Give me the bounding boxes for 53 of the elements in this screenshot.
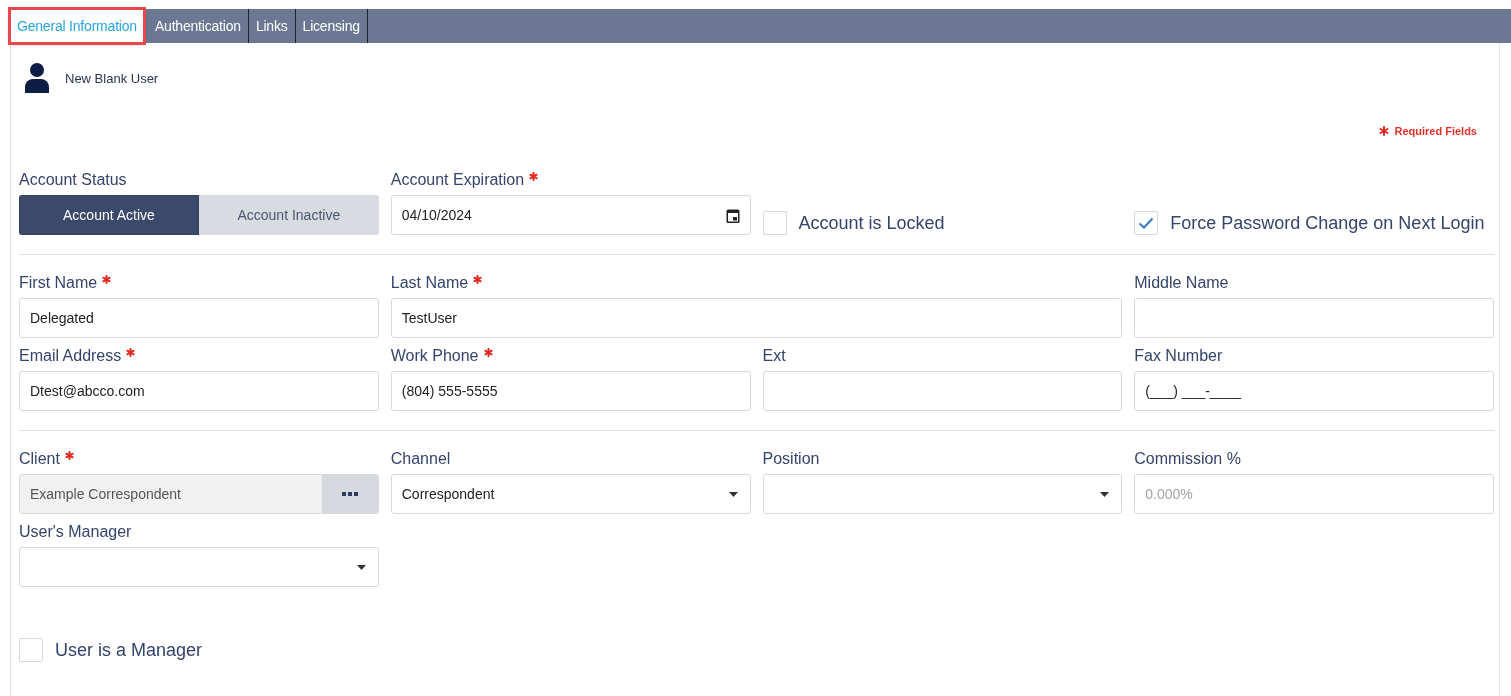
- calendar-icon[interactable]: [725, 207, 740, 223]
- checkbox-label: User is a Manager: [55, 639, 203, 661]
- checkbox[interactable]: [762, 211, 787, 235]
- text-field[interactable]: Delegated: [19, 298, 379, 338]
- dropdown[interactable]: Correspondent: [390, 474, 751, 514]
- segment-button[interactable]: Account Inactive: [198, 195, 379, 235]
- field-label: Position: [762, 450, 820, 468]
- checkmark-icon: [1138, 217, 1155, 229]
- field-label: Commission %: [1134, 450, 1241, 468]
- required-icon: [126, 348, 136, 357]
- caret-icon: [1100, 491, 1110, 497]
- field-label: Ext: [762, 347, 786, 365]
- tab[interactable]: Licensing: [295, 9, 368, 43]
- field-label: Last Name: [390, 274, 483, 292]
- caret-icon: [356, 564, 366, 570]
- field-label: Client: [19, 450, 74, 468]
- required-icon: [64, 451, 74, 460]
- date-field[interactable]: 04/10/2024: [390, 195, 751, 235]
- page-title: New Blank User: [65, 70, 159, 86]
- required-icon: [1379, 126, 1390, 136]
- text-field[interactable]: 0.000%: [1134, 474, 1494, 514]
- field-label: Work Phone: [390, 347, 493, 365]
- tab[interactable]: Authentication: [147, 9, 249, 43]
- required-icon: [483, 348, 493, 357]
- text-field[interactable]: TestUser: [390, 298, 1123, 338]
- text-field[interactable]: Dtest@abcco.com: [19, 371, 379, 411]
- dropdown[interactable]: [19, 547, 379, 587]
- required-note: Required Fields: [1394, 125, 1477, 137]
- field-label: Account Status: [19, 171, 127, 189]
- field-label: Channel: [390, 450, 451, 468]
- dropdown[interactable]: [762, 474, 1123, 514]
- checkbox-label: Account is Locked: [798, 212, 945, 234]
- field-label: User's Manager: [19, 523, 132, 541]
- field-label: Fax Number: [1134, 347, 1223, 365]
- text-field[interactable]: (804) 555-5555: [390, 371, 751, 411]
- field-label: Account Expiration: [390, 171, 539, 189]
- required-icon: [529, 172, 539, 181]
- segment-button[interactable]: Account Active: [19, 195, 199, 235]
- required-icon: [102, 275, 112, 284]
- field-label: First Name: [19, 274, 112, 292]
- tab[interactable]: Links: [248, 9, 296, 43]
- checkbox[interactable]: [19, 638, 43, 662]
- user-icon: [25, 63, 49, 93]
- text-field[interactable]: (___) ___-____: [1134, 371, 1494, 411]
- field-label: Email Address: [19, 347, 136, 365]
- checkbox[interactable]: [1134, 211, 1159, 235]
- text-field[interactable]: [1134, 298, 1494, 338]
- ellipsis-icon: [341, 492, 358, 496]
- checkbox-label: Force Password Change on Next Login: [1170, 212, 1485, 234]
- caret-icon: [728, 491, 738, 497]
- text-field[interactable]: [762, 371, 1123, 411]
- required-icon: [473, 275, 483, 284]
- field-label: Middle Name: [1134, 274, 1229, 292]
